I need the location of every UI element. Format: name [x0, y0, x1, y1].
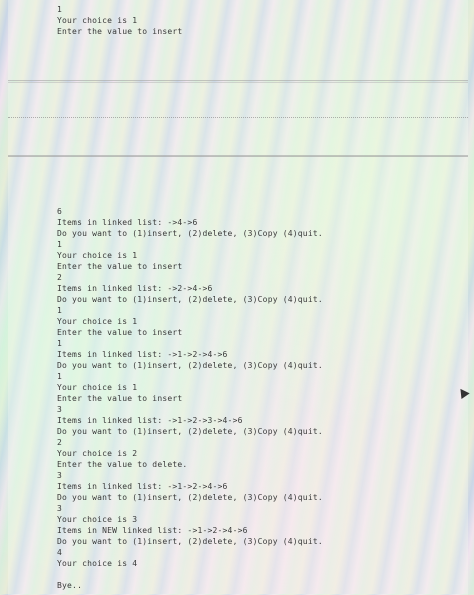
console-line: Enter the value to insert	[57, 262, 183, 271]
console-line: 3	[57, 471, 63, 480]
console-line: Enter the value to insert	[57, 328, 183, 337]
console-output-main: 6 Items in linked list: ->4->6 Do you want…	[8, 156, 468, 595]
console-line: Your choice is 1	[57, 383, 138, 392]
console-line: Your choice is 1	[57, 251, 138, 260]
console-line: 6	[57, 207, 63, 216]
console-line: Do you want to (1)insert, (2)delete, (3)…	[57, 361, 323, 370]
console-line: Your choice is 1	[57, 317, 138, 326]
console-line: Enter the value to insert	[57, 394, 183, 403]
console-output-top: 1 Your choice is 1 Enter the value to inse…	[8, 0, 468, 81]
console-line: Items in linked list: ->1->2->3->4->6	[57, 416, 243, 425]
console-line: Enter the value to insert	[57, 27, 183, 36]
console-line: Your choice is 1	[57, 16, 138, 25]
console-line: Do you want to (1)insert, (2)delete, (3)…	[57, 229, 323, 238]
dotted-divider	[8, 117, 468, 118]
console-line: Your choice is 2	[57, 449, 138, 458]
console-line: 4	[57, 548, 63, 557]
console-line: 1	[57, 240, 63, 249]
console-line: 1	[57, 372, 63, 381]
console-line: Do you want to (1)insert, (2)delete, (3)…	[57, 295, 323, 304]
console-text-main: 6 Items in linked list: ->4->6 Do you want…	[57, 206, 323, 591]
console-line: Items in linked list: ->4->6	[57, 218, 198, 227]
console-line: Do you want to (1)insert, (2)delete, (3)…	[57, 493, 323, 502]
console-line: 3	[57, 405, 63, 414]
console-line: Enter the value to delete.	[57, 460, 188, 469]
console-line: Items in linked list: ->2->4->6	[57, 284, 213, 293]
console-text-top: 1 Your choice is 1 Enter the value to inse…	[57, 4, 182, 37]
console-line: Do you want to (1)insert, (2)delete, (3)…	[57, 427, 323, 436]
console-line: Do you want to (1)insert, (2)delete, (3)…	[57, 537, 323, 546]
console-line: 1	[57, 5, 63, 14]
console-line: Items in linked list: ->1->2->4->6	[57, 482, 228, 491]
console-line: Bye..	[57, 581, 83, 590]
console-line: 2	[57, 438, 63, 447]
console-line: Your choice is 3	[57, 515, 138, 524]
console-separator-panel	[8, 82, 468, 156]
console-line: 1	[57, 339, 63, 348]
console-line: 3	[57, 504, 63, 513]
console-line: Items in linked list: ->1->2->4->6	[57, 350, 228, 359]
console-line: 1	[57, 306, 63, 315]
console-line: Your choice is 4	[57, 559, 138, 568]
console-line: Items in NEW linked list: ->1->2->4->6	[57, 526, 248, 535]
console-line: 2	[57, 273, 63, 282]
